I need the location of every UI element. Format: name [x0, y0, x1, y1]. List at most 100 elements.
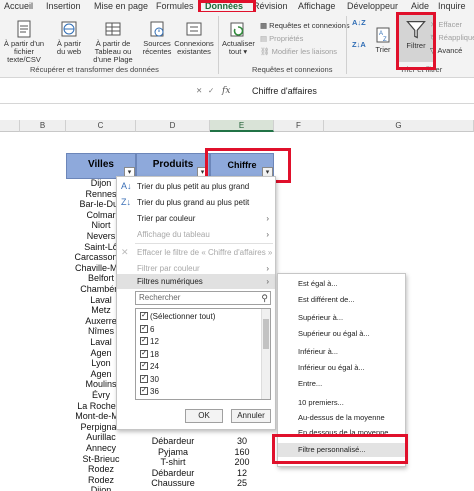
menu-sort-by-color[interactable]: Trier par couleur › [117, 211, 275, 226]
menu-item-label: Filtres numériques [137, 277, 203, 286]
scrollbar-thumb[interactable] [263, 319, 269, 349]
advanced-button[interactable]: ▽ Avancé [430, 46, 474, 55]
table-cell-produit[interactable]: Chaussure [136, 478, 210, 488]
table-header-label: Produits [152, 159, 194, 170]
tab-affichage[interactable]: Affichage [298, 1, 335, 11]
table-cell-ca[interactable]: 30 [210, 436, 274, 446]
checkbox-checked-icon[interactable]: ✓ [140, 337, 148, 345]
tab-formules[interactable]: Formules [156, 1, 194, 11]
table-cell-ville[interactable]: Dijon [66, 485, 136, 491]
filter-value-item[interactable]: ✓ 24 [140, 361, 159, 372]
reapply-button[interactable]: ↻ Réappliquer [430, 33, 474, 42]
tab-mise-en-page[interactable]: Mise en page [94, 1, 148, 11]
column-header-c[interactable]: C [66, 120, 136, 132]
menu-sort-asc[interactable]: A↓ Trier du plus petit au plus grand [117, 179, 275, 194]
column-header-g[interactable]: G [324, 120, 474, 132]
menu-item-label: Trier du plus grand au plus petit [137, 198, 250, 207]
menu-number-filters[interactable]: Filtres numériques › [117, 274, 275, 289]
filter-value-item[interactable]: ✓ 12 [140, 336, 159, 347]
submenu-item[interactable]: 10 premiers... [278, 396, 405, 410]
filter-value-item[interactable]: ✓ 6 [140, 324, 154, 335]
menu-table-view[interactable]: Affichage du tableau › [117, 227, 275, 242]
submenu-item[interactable]: Inférieur à... [278, 345, 405, 359]
filter-value-item[interactable]: ✓ 30 [140, 374, 159, 385]
sort-az-icon[interactable]: A↓Z [352, 18, 366, 27]
advanced-label: Avancé [437, 46, 463, 55]
table-cell-produit[interactable]: T-shirt [136, 457, 210, 467]
table-cell-ville[interactable]: Annecy [66, 443, 136, 453]
tab-insertion[interactable]: Insertion [46, 1, 81, 11]
refresh-all-button[interactable]: Actualiser tout ▾ [222, 20, 255, 56]
chevron-right-icon: › [266, 277, 269, 286]
column-header-b[interactable]: B [20, 120, 66, 132]
cancel-entry-icon[interactable]: ✕ [196, 86, 202, 95]
menu-clear-filter[interactable]: ✕ Effacer le filtre de « Chiffre d'affair… [117, 245, 275, 260]
sort-button[interactable]: AZ Trier [372, 26, 394, 54]
properties-button[interactable]: ▤ Propriétés [260, 34, 303, 43]
filter-value-item[interactable]: ✓ (Sélectionner tout) [140, 311, 215, 322]
filter-value-label: 18 [150, 349, 159, 359]
column-header-e[interactable]: E [210, 120, 274, 132]
column-header-d[interactable]: D [136, 120, 210, 132]
table-cell-ville[interactable]: Rodez [66, 464, 136, 474]
submenu-item[interactable]: Supérieur ou égal à... [278, 327, 405, 341]
cancel-button[interactable]: Annuler [231, 409, 271, 423]
table-cell-ville[interactable]: Aurillac [66, 432, 136, 442]
tab-inquire[interactable]: Inquire [438, 1, 466, 11]
confirm-entry-icon[interactable]: ✓ [208, 86, 214, 95]
clear-filter-button[interactable]: ✕ Effacer [430, 20, 474, 29]
filter-value-item[interactable]: ✓ 18 [140, 349, 159, 360]
from-web-button[interactable]: À partir du web [52, 20, 86, 56]
checkbox-checked-icon[interactable]: ✓ [140, 324, 148, 333]
recent-sources-button[interactable]: Sources récentes [142, 20, 172, 56]
checkbox-checked-icon[interactable]: ✓ [140, 374, 148, 383]
submenu-item[interactable]: Entre... [278, 377, 405, 391]
menu-sort-desc[interactable]: Z↓ Trier du plus grand au plus petit [117, 195, 275, 210]
formula-input[interactable]: Chiffre d'affaires [252, 86, 317, 96]
table-cell-ca[interactable]: 160 [210, 447, 274, 457]
checkbox-checked-icon[interactable]: ✓ [140, 349, 148, 358]
table-cell-produit[interactable]: Pyjama [136, 447, 210, 457]
tab-developpeur[interactable]: Développeur [347, 1, 398, 11]
fx-icon[interactable]: fx [222, 86, 230, 96]
tab-aide[interactable]: Aide [411, 1, 429, 11]
table-cell-ca[interactable]: 200 [210, 457, 274, 467]
submenu-item[interactable]: Au-dessus de la moyenne [278, 411, 405, 425]
menu-item-label: Filtrer par couleur [137, 264, 200, 273]
queries-connections-button[interactable]: ▦ Requêtes et connexions [260, 21, 350, 30]
table-cell-ca[interactable]: 12 [210, 468, 274, 478]
submenu-item[interactable]: Inférieur ou égal à... [278, 361, 405, 375]
table-cell-produit[interactable]: Débardeur [136, 468, 210, 478]
refresh-all-arrow: ▾ [243, 47, 248, 56]
table-cell-ville[interactable]: St-Brieuc [66, 454, 136, 464]
table-icon [105, 22, 121, 36]
edit-links-button[interactable]: ⛓ Modifier les liaisons [260, 47, 337, 56]
checkbox-checked-icon[interactable]: ✓ [140, 362, 148, 370]
filter-value-item[interactable]: ✓ 36 [140, 386, 159, 397]
submenu-item[interactable]: Supérieur à... [278, 311, 405, 325]
checkbox-checked-icon[interactable]: ✓ [140, 387, 148, 395]
submenu-item[interactable]: Est égal à... [278, 277, 405, 291]
checkbox-checked-icon[interactable]: ✓ [140, 312, 148, 320]
excel-window: Accueil Insertion Mise en page Formules … [0, 0, 474, 491]
select-all-corner[interactable] [0, 120, 20, 132]
ok-button[interactable]: OK [185, 409, 223, 423]
filter-menu: A↓ Trier du plus petit au plus grand Z↓ Tr… [116, 176, 276, 430]
table-cell-ville[interactable]: Rodez [66, 475, 136, 485]
from-text-csv-button[interactable]: À partir d'un fichier texte/CSV [2, 20, 46, 64]
table-cell-produit[interactable]: Débardeur [136, 436, 210, 446]
tab-accueil[interactable]: Accueil [4, 1, 33, 11]
table-cell-ca[interactable]: 25 [210, 478, 274, 488]
tab-revision[interactable]: Révision [253, 1, 288, 11]
filter-search-input[interactable]: Rechercher ⚲ [135, 291, 271, 305]
sort-za-icon[interactable]: Z↓A [352, 40, 366, 49]
submenu-item[interactable]: Est différent de... [278, 293, 405, 307]
from-table-button[interactable]: À partir de Tableau ou d'une Plage [86, 20, 140, 64]
properties-icon: ▤ [260, 34, 270, 43]
connections-icon [186, 22, 202, 36]
list-scrollbar[interactable] [261, 309, 270, 399]
queries-group-label: Requêtes et connexions [252, 65, 333, 74]
column-header-f[interactable]: F [274, 120, 324, 132]
existing-connections-button[interactable]: Connexions existantes [174, 20, 214, 56]
filter-value-label: 36 [150, 387, 159, 396]
